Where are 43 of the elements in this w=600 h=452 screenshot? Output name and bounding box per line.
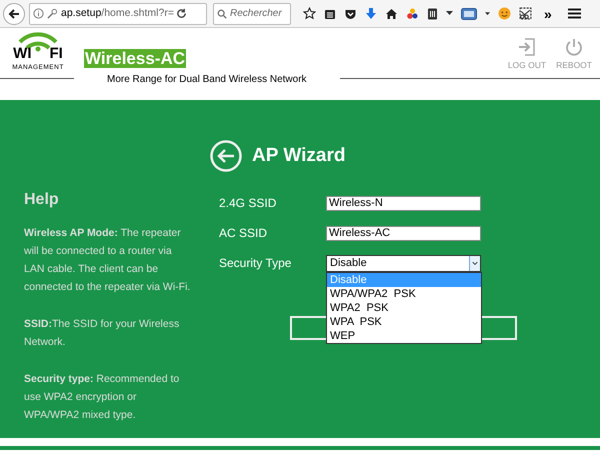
- home-icon[interactable]: [385, 8, 398, 20]
- input-field[interactable]: Wireless-AC: [326, 226, 481, 240]
- brand-title: Wireless-AC: [84, 49, 186, 68]
- logout-icon: [518, 38, 536, 56]
- download-icon[interactable]: [365, 7, 377, 20]
- back-circle-icon[interactable]: [210, 140, 242, 172]
- field-label: AC SSID: [219, 225, 268, 242]
- wizard-title: AP Wizard: [252, 144, 346, 168]
- help-paragraph: Security type: Recommended to use WPA2 encryption or WPA/WPA2 mixed type.: [24, 372, 180, 423]
- logo-text: WI: [13, 46, 32, 61]
- input-field[interactable]: Wireless-N: [326, 196, 481, 210]
- search-icon: [217, 8, 227, 18]
- select-field[interactable]: Disable: [326, 254, 481, 272]
- info-icon: [33, 8, 44, 19]
- help-title: Help: [24, 190, 60, 210]
- dropdown-option[interactable]: WPA2 PSK: [327, 301, 481, 315]
- back-button[interactable]: [3, 2, 25, 24]
- help-paragraph: SSID:The SSID for your Wireless Network.: [24, 317, 180, 350]
- url-text: ap.setup/home.shtml?r=: [61, 6, 173, 21]
- extension-icon[interactable]: [461, 8, 477, 20]
- dropdown-option[interactable]: WEP: [327, 329, 481, 343]
- field-label: Security Type: [219, 255, 292, 272]
- tagline: More Range for Dual Band Wireless Network: [74, 72, 340, 87]
- pocket-icon[interactable]: [344, 8, 357, 20]
- menu-icon[interactable]: [568, 8, 581, 19]
- back-arrow-icon: [8, 8, 20, 20]
- help-paragraph: Wireless AP Mode: The repeater will be connected to a router via LAN cable. The client can be connected to the repeater via Wi-Fi.: [24, 226, 192, 295]
- overflow-chevron[interactable]: »: [544, 6, 552, 20]
- dropdown-icon[interactable]: [446, 11, 453, 16]
- smiley-icon[interactable]: [498, 7, 511, 20]
- search-field[interactable]: Rechercher: [213, 2, 291, 24]
- search-placeholder: Rechercher: [230, 7, 282, 21]
- power-icon: [565, 38, 584, 56]
- field-label: 2.4G SSID: [219, 195, 278, 212]
- reload-icon[interactable]: [176, 8, 187, 19]
- scissors-icon[interactable]: [519, 7, 532, 20]
- logo-text: FI: [49, 46, 63, 61]
- dropdown-option[interactable]: WPA PSK: [327, 315, 481, 329]
- star-icon[interactable]: [303, 7, 316, 20]
- dots-icon[interactable]: [406, 8, 419, 20]
- dropdown-option[interactable]: WPA/WPA2 PSK: [327, 287, 481, 301]
- url-field[interactable]: ap.setup/home.shtml?r=: [29, 2, 207, 24]
- dropdown-icon[interactable]: [485, 12, 490, 16]
